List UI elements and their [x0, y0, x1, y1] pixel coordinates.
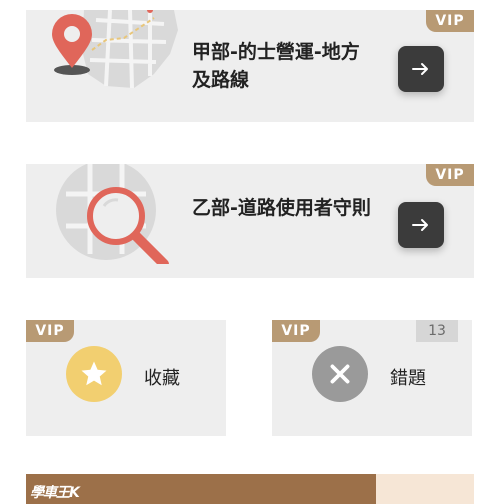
- section-a-card[interactable]: 甲部-的士營運-地方及路線 VIP: [26, 10, 474, 122]
- vip-badge: VIP: [426, 10, 474, 32]
- mistakes-icon-circle: [312, 346, 368, 402]
- vip-badge: VIP: [426, 164, 474, 186]
- close-icon: [330, 364, 350, 384]
- vip-badge: VIP: [26, 320, 74, 342]
- section-b-arrow-button[interactable]: [398, 202, 444, 248]
- mistakes-card[interactable]: VIP 13 錯題: [272, 320, 472, 436]
- section-a-title: 甲部-的士營運-地方及路線: [192, 41, 360, 91]
- favorites-label: 收藏: [144, 368, 180, 389]
- magnifier-map-illustration: [56, 164, 169, 264]
- star-icon: [81, 361, 107, 386]
- favorites-card[interactable]: VIP 收藏: [26, 320, 226, 436]
- arrow-right-icon: [412, 63, 428, 75]
- section-a-arrow-button[interactable]: [398, 46, 444, 92]
- banner-logo: 學車王K: [30, 485, 80, 501]
- vip-badge: VIP: [272, 320, 320, 342]
- favorites-icon-circle: [66, 346, 122, 402]
- arrow-right-icon: [412, 219, 428, 231]
- section-b-card[interactable]: 乙部-道路使用者守則 VIP: [26, 164, 474, 278]
- map-pin-illustration: [52, 10, 178, 89]
- mistakes-label: 錯題: [390, 368, 426, 389]
- section-b-title: 乙部-道路使用者守則: [192, 197, 371, 219]
- mistakes-count-badge: 13: [416, 320, 458, 342]
